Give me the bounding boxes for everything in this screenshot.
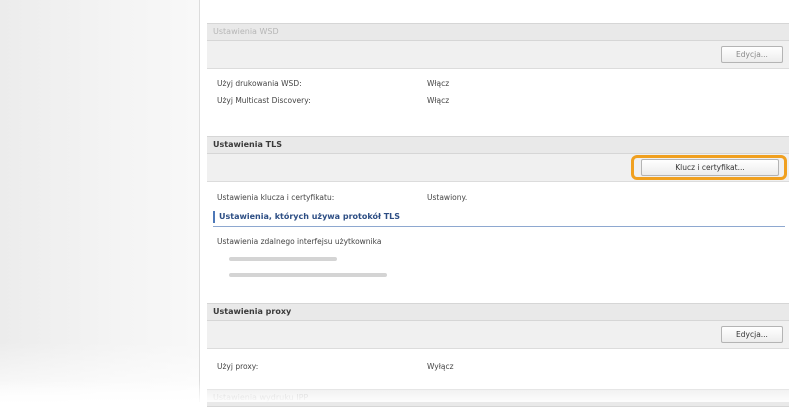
wsd-row-printing: Użyj drukowania WSD: Włącz — [217, 79, 449, 88]
blurred-protocol-line-1 — [229, 257, 337, 261]
wsd-multicast-value: Włącz — [427, 96, 450, 105]
tls-keycert-value: Ustawiony. — [427, 193, 468, 202]
remote-ui-label: Ustawienia zdalnego interfejsu użytkowni… — [217, 237, 382, 246]
key-certificate-highlight — [631, 155, 787, 180]
wsd-edit-button[interactable]: Edycja... — [721, 46, 783, 63]
wsd-printing-value: Włącz — [427, 79, 450, 88]
tls-keycert-label: Ustawienia klucza i certyfikatu: — [217, 193, 335, 202]
tls-protocol-item: Ustawienia zdalnego interfejsu użytkowni… — [217, 237, 381, 246]
main-content: Ustawienia WSD Edycja... Użyj drukowania… — [207, 0, 797, 407]
tls-protocols-subheading: Ustawienia, których używa protokół TLS — [213, 211, 400, 223]
wsd-row-multicast: Użyj Multicast Discovery: Włącz — [217, 96, 449, 105]
proxy-row-use: Użyj proxy: Wyłącz — [217, 362, 454, 371]
blurred-protocol-line-2 — [229, 273, 387, 277]
proxy-edit-button[interactable]: Edycja... — [721, 326, 783, 343]
tls-row-keycert: Ustawienia klucza i certyfikatu: Ustawio… — [217, 193, 467, 202]
wsd-toolbar: Edycja... — [207, 41, 789, 69]
tls-section-header: Ustawienia TLS — [207, 136, 789, 154]
proxy-use-label: Użyj proxy: — [217, 362, 259, 371]
wsd-section-header: Ustawienia WSD — [207, 23, 789, 41]
proxy-use-value: Wyłącz — [427, 362, 454, 371]
tls-toolbar: Klucz i certyfikat... — [207, 154, 789, 182]
wsd-multicast-label: Użyj Multicast Discovery: — [217, 96, 311, 105]
sidebar-fade — [0, 0, 199, 402]
proxy-toolbar: Edycja... — [207, 321, 789, 349]
subheading-underline — [213, 226, 785, 227]
wsd-printing-label: Użyj drukowania WSD: — [217, 79, 302, 88]
bottom-fade — [0, 380, 797, 402]
proxy-section-header: Ustawienia proxy — [207, 303, 789, 321]
